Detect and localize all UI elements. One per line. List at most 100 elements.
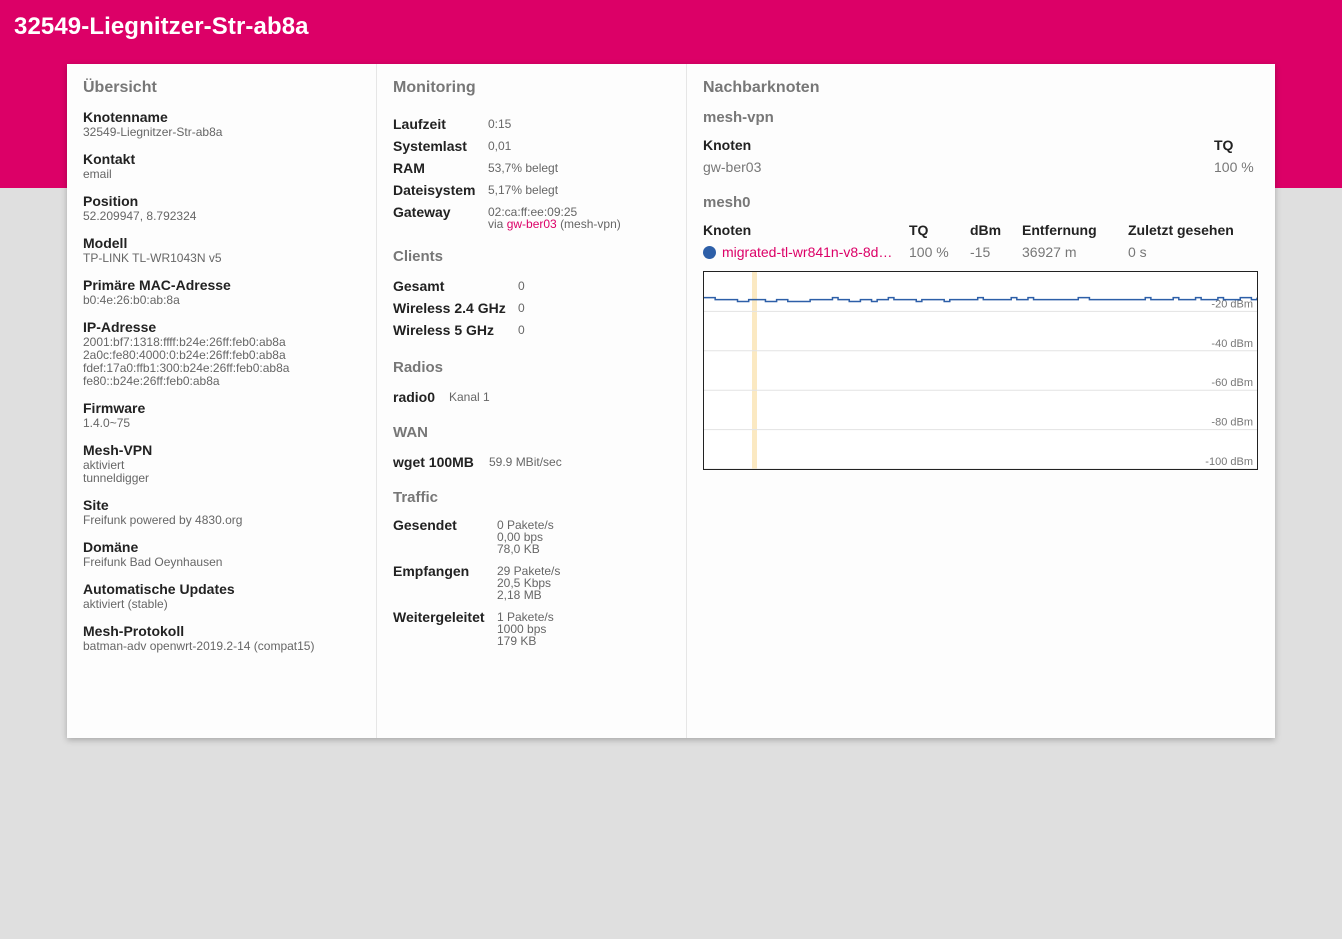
overview-key: Knotenname: [83, 109, 168, 125]
overview-key: Domäne: [83, 539, 139, 555]
contact-link[interactable]: email: [83, 168, 360, 181]
overview-item: Automatische Updates aktiviert (stable): [83, 581, 360, 611]
mesh0-knoten-link[interactable]: migrated-tl-wr841n-v8-8d…: [722, 244, 892, 260]
radio-label: radio0: [393, 389, 436, 405]
traffic-title: Traffic: [393, 489, 439, 506]
overview-key: Mesh-Protokoll: [83, 623, 185, 639]
monitoring-column: Monitoring Laufzeit 0:15 Systemlast 0,01…: [377, 64, 687, 738]
wan-label: wget 100MB: [393, 454, 474, 470]
overview-item: Knotenname 32549-Liegnitzer-Str-ab8a: [83, 109, 360, 139]
dateisystem-label: Dateisystem: [393, 182, 476, 198]
wan-table: wget 100MB 59.9 MBit/sec: [393, 451, 562, 473]
node-color-dot-icon: [703, 246, 716, 259]
chart-ytick-label: -60 dBm: [1211, 377, 1253, 389]
overview-column: Übersicht Knotenname 32549-Liegnitzer-Str…: [67, 64, 377, 738]
overview-key: Site: [83, 497, 109, 513]
clients-24-value: 0: [518, 301, 525, 315]
mesh-vpn-header-knoten: Knoten: [703, 137, 752, 153]
overview-value: Freifunk Bad Oeynhausen: [83, 555, 223, 569]
mesh-vpn-title: mesh-vpn: [703, 109, 774, 126]
chart-ytick-label: -40 dBm: [1211, 338, 1253, 350]
traffic-sent-value: 0 Pakete/s 0,00 bps 78,0 KB: [497, 516, 560, 562]
mesh0-dbm: -15: [970, 244, 991, 260]
overview-item: Mesh-Protokoll batman-adv openwrt-2019.2-…: [83, 623, 360, 653]
dateisystem-value: 5,17% belegt: [488, 183, 559, 197]
overview-item: Primäre MAC-Adresse b0:4e:26:b0:ab:8a: [83, 277, 360, 307]
radio-value: Kanal 1: [449, 390, 490, 404]
gateway-via: via: [488, 217, 504, 231]
overview-value-line: tunneldigger: [83, 471, 150, 485]
mesh0-tq: 100 %: [909, 244, 949, 260]
traffic-received-label: Empfangen: [393, 563, 470, 579]
radios-title: Radios: [393, 359, 444, 376]
wan-value: 59.9 MBit/sec: [489, 455, 562, 469]
neighbours-column: Nachbarknoten mesh-vpn Knoten TQ gw-ber0…: [687, 64, 1275, 738]
clients-title: Clients: [393, 248, 444, 265]
signal-strength-chart: -20 dBm -40 dBm -60 dBm -80 dBm -100 dBm: [703, 271, 1258, 470]
gateway-link[interactable]: gw-ber03: [507, 217, 557, 231]
mesh0-header-zuletzt: Zuletzt gesehen: [1128, 222, 1234, 238]
monitoring-title: Monitoring: [393, 79, 476, 96]
mesh-vpn-knoten-link[interactable]: gw-ber03: [703, 156, 1214, 178]
overview-key: Firmware: [83, 400, 146, 416]
overview-value: batman-adv openwrt-2019.2-14 (compat15): [83, 639, 315, 653]
chart-series-line: [704, 296, 1257, 303]
overview-value: TP-LINK TL-WR1043N v5: [83, 251, 222, 265]
table-row[interactable]: migrated-tl-wr841n-v8-8d… 100 % -15 3692…: [703, 241, 1259, 263]
clients-5-value: 0: [518, 323, 525, 337]
overview-item: Modell TP-LINK TL-WR1043N v5: [83, 235, 360, 265]
overview-title: Übersicht: [83, 79, 157, 96]
gateway-label: Gateway: [393, 204, 451, 220]
overview-item: Domäne Freifunk Bad Oeynhausen: [83, 539, 360, 569]
mesh-vpn-tq: 100 %: [1214, 159, 1254, 175]
chart-ytick-label: -100 dBm: [1205, 456, 1253, 468]
mesh0-header-knoten: Knoten: [703, 222, 752, 238]
mesh0-entfernung: 36927 m: [1022, 244, 1077, 260]
mesh0-zuletzt: 0 s: [1128, 244, 1147, 260]
overview-item: Kontakt email: [83, 151, 360, 181]
gateway-suffix: (mesh-vpn): [560, 217, 621, 231]
monitoring-table: Laufzeit 0:15 Systemlast 0,01 RAM 53,7% …: [393, 113, 621, 230]
mesh0-title: mesh0: [703, 194, 751, 211]
traffic-forwarded-label: Weitergeleitet: [393, 609, 485, 625]
laufzeit-value: 0:15: [488, 117, 512, 131]
traffic-sent-total: 78,0 KB: [497, 542, 540, 556]
mesh0-header-tq: TQ: [909, 222, 929, 238]
overview-value: aktiviert (stable): [83, 597, 168, 611]
page-title: 32549-Liegnitzer-Str-ab8a: [14, 13, 309, 40]
mesh-vpn-header-tq: TQ: [1214, 137, 1234, 153]
ram-label: RAM: [393, 160, 425, 176]
neighbours-title: Nachbarknoten: [703, 79, 820, 96]
overview-key: Primäre MAC-Adresse: [83, 277, 231, 293]
overview-value: 32549-Liegnitzer-Str-ab8a: [83, 125, 223, 139]
overview-key: Position: [83, 193, 139, 209]
clients-total-label: Gesamt: [393, 278, 445, 294]
radios-table: radio0 Kanal 1: [393, 386, 490, 408]
mesh0-header-dbm: dBm: [970, 222, 1002, 238]
table-row[interactable]: gw-ber03 100 %: [703, 156, 1259, 178]
clients-24-label: Wireless 2.4 GHz: [393, 300, 506, 316]
chart-highlight-band: [752, 272, 757, 469]
mesh0-knoten[interactable]: migrated-tl-wr841n-v8-8d…: [703, 241, 909, 263]
node-panel: Übersicht Knotenname 32549-Liegnitzer-Str…: [67, 64, 1275, 738]
traffic-table: Gesendet 0 Pakete/s 0,00 bps 78,0 KB Emp…: [393, 516, 560, 654]
gateway-value: 02:ca:ff:ee:09:25 via gw-ber03 (mesh-vpn…: [488, 201, 621, 230]
mesh-vpn-table: Knoten TQ gw-ber03 100 %: [703, 134, 1259, 178]
overview-key: Modell: [83, 235, 128, 251]
laufzeit-label: Laufzeit: [393, 116, 446, 132]
overview-key: Mesh-VPN: [83, 442, 153, 458]
overview-item: Position 52.209947, 8.792324: [83, 193, 360, 223]
traffic-forwarded-value: 1 Pakete/s 1000 bps 179 KB: [497, 608, 560, 654]
overview-item: Mesh-VPN aktiviert tunneldigger: [83, 442, 360, 485]
overview-value: 1.4.0~75: [83, 416, 131, 430]
clients-total-value: 0: [518, 279, 525, 293]
ram-value: 53,7% belegt: [488, 161, 559, 175]
signal-chart-svg: -20 dBm-40 dBm-60 dBm-80 dBm-100 dBm: [704, 272, 1257, 469]
traffic-forwarded-total: 179 KB: [497, 634, 537, 648]
overview-item: IP-Adresse 2001:bf7:1318:ffff:b24e:26ff:f…: [83, 319, 360, 388]
position-link[interactable]: 52.209947, 8.792324: [83, 210, 360, 223]
systemlast-value: 0,01: [488, 139, 512, 153]
traffic-sent-label: Gesendet: [393, 517, 457, 533]
overview-key: Automatische Updates: [83, 581, 235, 597]
overview-value-line: fe80::b24e:26ff:feb0:ab8a: [83, 374, 220, 388]
